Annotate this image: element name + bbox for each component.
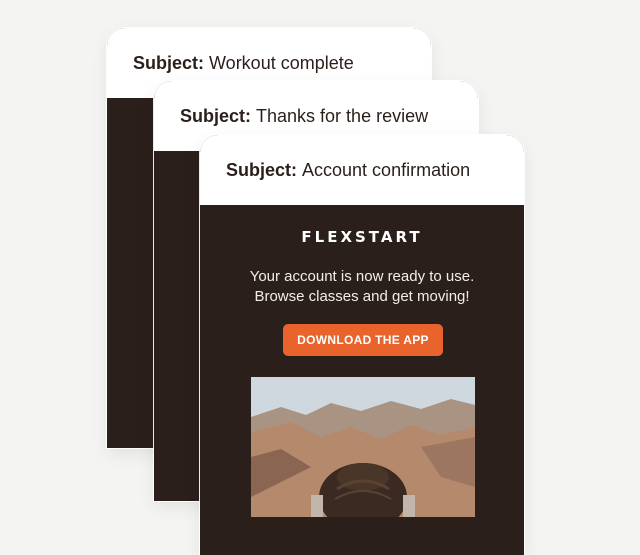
message-line: Your account is now ready to use. bbox=[249, 268, 475, 285]
brand-logo: FLEXSTART bbox=[301, 228, 423, 246]
subject-label: Subject: bbox=[133, 52, 205, 73]
download-app-button[interactable]: DOWNLOAD THE APP bbox=[283, 324, 443, 356]
email-body: FLEXSTART Your account is now ready to u… bbox=[200, 205, 524, 555]
subject-text: Account confirmation bbox=[302, 159, 471, 180]
email-card-account-confirmation[interactable]: Subject: Account confirmation FLEXSTART … bbox=[200, 135, 524, 555]
subject-label: Subject: bbox=[180, 105, 252, 126]
subject-text: Thanks for the review bbox=[256, 105, 429, 126]
hero-photo bbox=[251, 377, 475, 517]
subject-label: Subject: bbox=[226, 159, 298, 180]
email-subject-bar: Subject: Account confirmation bbox=[200, 135, 524, 205]
hero-photo-illustration bbox=[251, 377, 475, 517]
subject-text: Workout complete bbox=[209, 52, 354, 73]
message-line: Browse classes and get moving! bbox=[254, 288, 470, 305]
email-message: Your account is now ready to use. Browse… bbox=[200, 267, 524, 307]
